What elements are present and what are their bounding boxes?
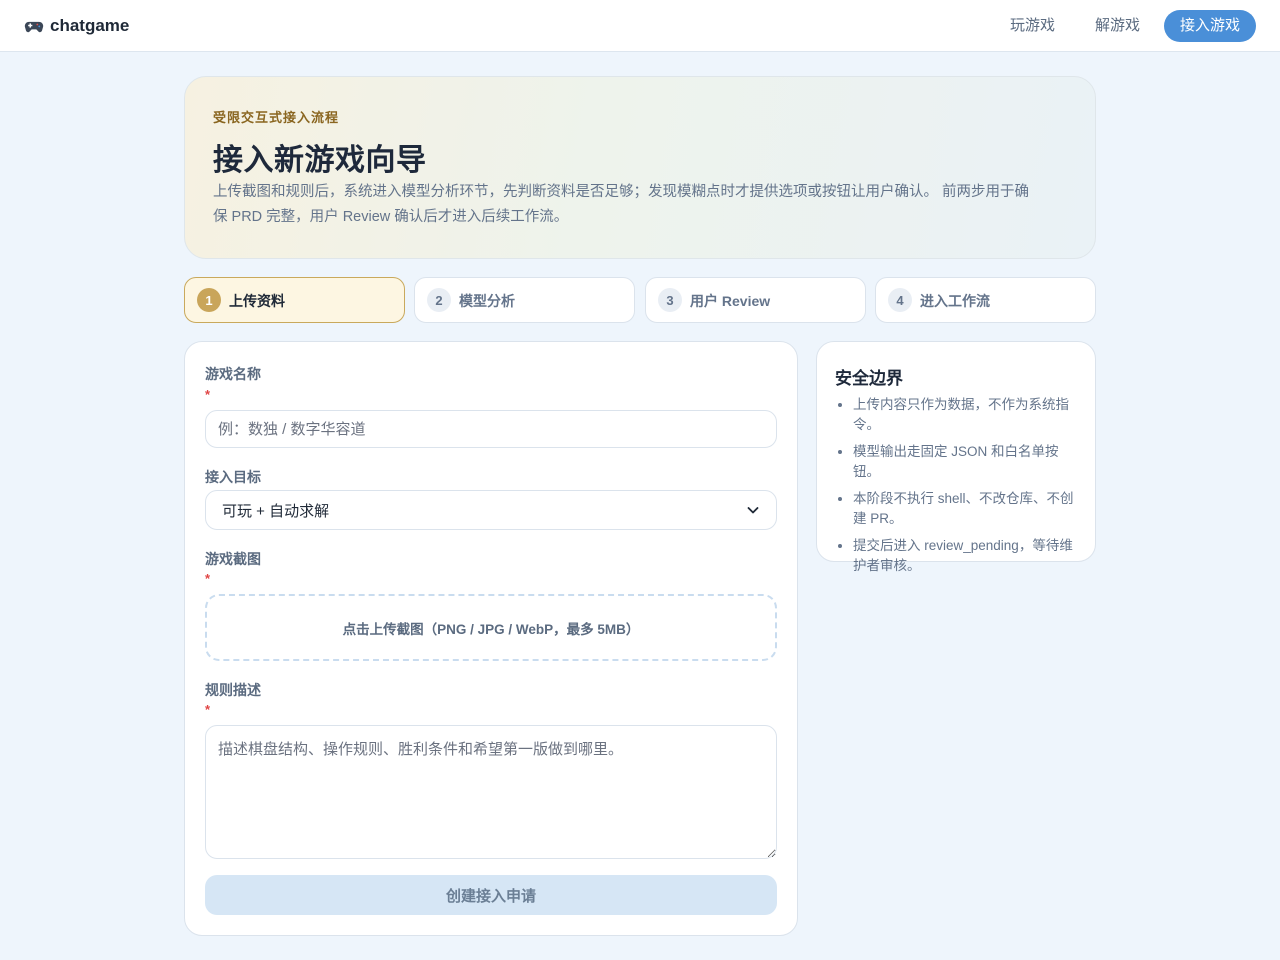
required-mark: * <box>205 702 211 717</box>
step-number: 4 <box>888 288 912 312</box>
upload-hint: 点击上传截图（PNG / JPG / WebP，最多 5MB） <box>342 621 640 637</box>
game-name-label: 游戏名称 <box>205 366 261 382</box>
safety-boundary-card: 安全边界 上传内容只作为数据，不作为系统指令。 模型输出走固定 JSON 和白名… <box>816 341 1096 573</box>
page-title: 接入新游戏向导 <box>213 144 427 177</box>
list-item: 上传内容只作为数据，不作为系统指令。 <box>853 395 1083 435</box>
rules-textarea[interactable] <box>205 725 777 859</box>
step-number: 1 <box>197 288 221 312</box>
nav-integrate-game[interactable]: 接入游戏 <box>1163 10 1256 42</box>
brand-name: chatgame <box>50 16 130 35</box>
top-nav-bar: chatgame 玩游戏 解游戏 接入游戏 <box>0 0 1280 52</box>
main-nav: 玩游戏 解游戏 接入游戏 <box>994 10 1256 42</box>
nav-solve-game[interactable]: 解游戏 <box>1079 10 1156 42</box>
required-mark: * <box>205 387 211 402</box>
screenshot-upload-zone[interactable]: 点击上传截图（PNG / JPG / WebP，最多 5MB） <box>205 594 777 661</box>
game-name-input[interactable] <box>205 410 777 448</box>
target-select-value: 可玩 + 自动求解 <box>222 502 330 520</box>
hero-eyebrow: 受限交互式接入流程 <box>213 110 340 125</box>
target-label: 接入目标 <box>205 469 261 485</box>
hero-description: 上传截图和规则后，系统进入模型分析环节，先判断资料是否足够；发现模糊点时才提供选… <box>213 184 1030 225</box>
safety-title: 安全边界 <box>835 369 903 388</box>
target-select[interactable]: 可玩 + 自动求解 <box>205 490 777 530</box>
step-number: 3 <box>658 288 682 312</box>
step-review[interactable]: 3 用户 Review <box>645 277 866 323</box>
step-upload[interactable]: 1 上传资料 <box>184 277 405 323</box>
list-item: 模型输出走固定 JSON 和白名单按钮。 <box>853 442 1083 482</box>
step-label: 进入工作流 <box>920 293 990 309</box>
step-analysis[interactable]: 2 模型分析 <box>414 277 635 323</box>
screenshot-label: 游戏截图 <box>205 551 261 567</box>
list-item: 提交后进入 review_pending，等待维护者审核。 <box>853 536 1083 576</box>
wizard-steps: 1 上传资料 2 模型分析 3 用户 Review 4 进入工作流 <box>184 277 1096 323</box>
nav-play-game[interactable]: 玩游戏 <box>994 10 1071 42</box>
step-number: 2 <box>427 288 451 312</box>
brand[interactable]: chatgame <box>24 14 129 38</box>
step-workflow[interactable]: 4 进入工作流 <box>875 277 1096 323</box>
wizard-hero: 受限交互式接入流程 接入新游戏向导 上传截图和规则后，系统进入模型分析环节，先判… <box>184 76 1096 259</box>
gamepad-icon <box>24 21 44 33</box>
step-label: 上传资料 <box>229 293 285 309</box>
create-request-button[interactable]: 创建接入申请 <box>205 875 777 915</box>
chevron-down-icon <box>747 507 759 514</box>
required-mark: * <box>205 571 211 586</box>
step-label: 模型分析 <box>459 293 515 309</box>
rules-label: 规则描述 <box>205 682 261 698</box>
step-label: 用户 Review <box>690 293 771 309</box>
list-item: 本阶段不执行 shell、不改仓库、不创建 PR。 <box>853 489 1083 529</box>
integration-form: 游戏名称 * 接入目标 可玩 + 自动求解 游戏截图 * 点击上传截图（PNG … <box>184 341 798 936</box>
safety-list: 上传内容只作为数据，不作为系统指令。 模型输出走固定 JSON 和白名单按钮。 … <box>835 395 1083 583</box>
